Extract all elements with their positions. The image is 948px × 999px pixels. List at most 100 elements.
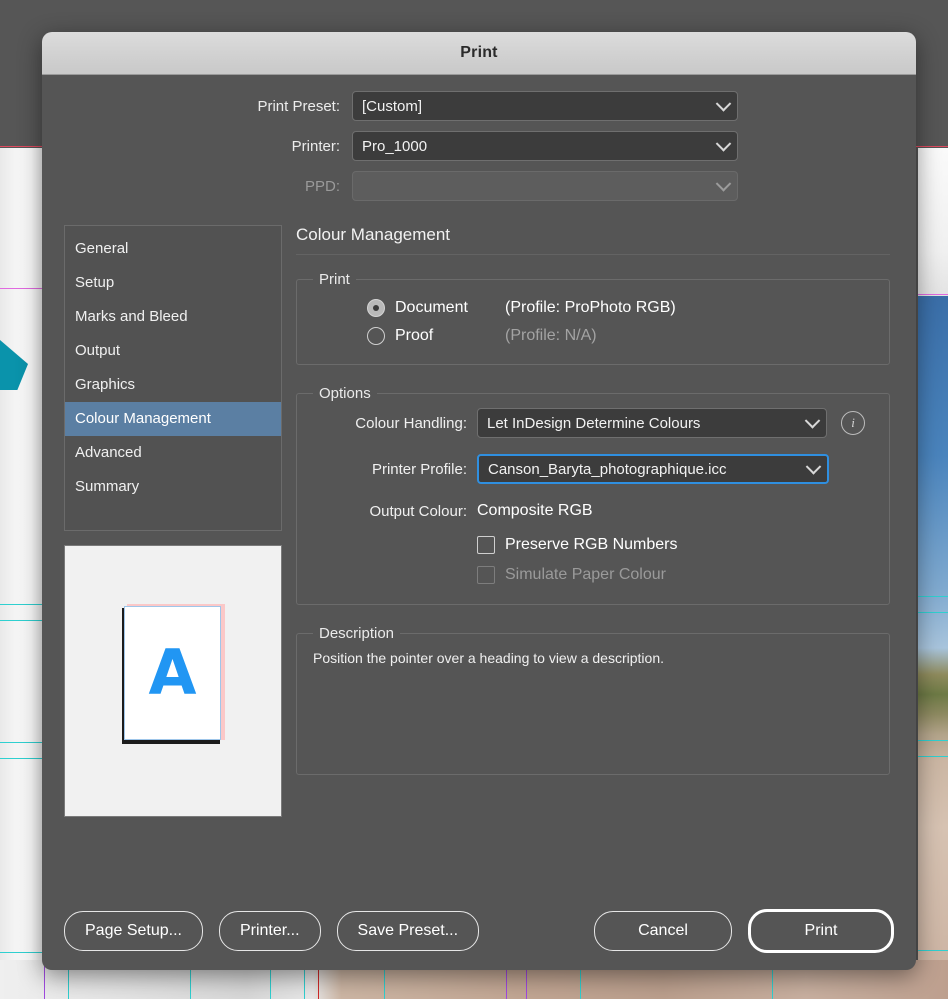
- printer-profile-select[interactable]: Canson_Baryta_photographique.icc: [477, 454, 829, 484]
- print-group: Print Document (Profile: ProPhoto RGB) P…: [296, 271, 890, 365]
- print-button[interactable]: Print: [748, 909, 894, 953]
- printer-profile-label: Printer Profile:: [371, 460, 467, 478]
- printer-row: Printer: Pro_1000: [72, 131, 886, 161]
- print-button-label: Print: [804, 922, 838, 939]
- cancel-button-label: Cancel: [638, 922, 688, 939]
- chevron-down-icon: [715, 136, 732, 152]
- ppd-select: [352, 171, 738, 201]
- checkbox-preserve-rgb-numbers[interactable]: [477, 536, 495, 554]
- guide-cyan-left-4: [0, 758, 42, 759]
- sidebar-item-colour-management[interactable]: Colour Management: [65, 402, 281, 436]
- print-dialog: Print Print Preset: [Custom] Printer: Pr…: [42, 32, 916, 970]
- sidebar-item-general[interactable]: General: [65, 232, 281, 266]
- document-photo-right-edge: [918, 296, 948, 960]
- guide-cyan-right-5: [918, 950, 948, 951]
- colour-handling-value: Let InDesign Determine Colours: [487, 414, 701, 432]
- printer-label: Printer:: [291, 137, 340, 155]
- sidebar-item-marks-and-bleed[interactable]: Marks and Bleed: [65, 300, 281, 334]
- checkbox-row-preserve-rgb-numbers[interactable]: Preserve RGB Numbers: [309, 530, 877, 560]
- guide-cyan-left-3: [0, 742, 42, 743]
- radio-row-document[interactable]: Document (Profile: ProPhoto RGB): [309, 294, 877, 322]
- info-icon[interactable]: i: [841, 411, 865, 435]
- printer-value: Pro_1000: [362, 137, 428, 155]
- cancel-button[interactable]: Cancel: [594, 911, 732, 951]
- guide-cyan-left-1: [0, 604, 42, 605]
- ppd-label: PPD:: [304, 177, 340, 195]
- radio-proof-profile: (Profile: N/A): [505, 327, 597, 344]
- print-preset-select[interactable]: [Custom]: [352, 91, 738, 121]
- dialog-body: Print Preset: [Custom] Printer: Pro_1000…: [42, 75, 916, 970]
- sidebar-item-label: Summary: [75, 478, 140, 495]
- page-preview: A: [64, 545, 282, 817]
- guide-cyan-right-4: [918, 756, 948, 757]
- sidebar-item-graphics[interactable]: Graphics: [65, 368, 281, 402]
- print-preset-row: Print Preset: [Custom]: [72, 91, 886, 121]
- right-column: Colour Management Print Document (Profil…: [282, 225, 890, 817]
- save-preset-button[interactable]: Save Preset...: [336, 911, 480, 951]
- print-preset-label: Print Preset:: [257, 97, 340, 115]
- radio-proof-label: Proof: [395, 327, 434, 344]
- printer-button-label: Printer...: [239, 922, 300, 939]
- dialog-titlebar[interactable]: Print: [42, 32, 916, 75]
- dialog-main: General Setup Marks and Bleed Output Gra: [42, 211, 916, 817]
- chevron-down-icon: [805, 459, 822, 475]
- output-colour-row: Output Colour: Composite RGB: [309, 502, 877, 520]
- preview-orientation-glyph: A: [148, 636, 197, 709]
- colour-handling-row: Colour Handling: Let InDesign Determine …: [309, 408, 877, 438]
- document-page-left-edge: [0, 148, 42, 999]
- checkbox-simulate-paper-colour-label: Simulate Paper Colour: [505, 566, 666, 583]
- output-colour-value: Composite RGB: [477, 502, 593, 519]
- sidebar-item-setup[interactable]: Setup: [65, 266, 281, 300]
- sidebar-item-label: Colour Management: [75, 410, 211, 427]
- left-column: General Setup Marks and Bleed Output Gra: [64, 225, 282, 817]
- save-preset-button-label: Save Preset...: [357, 922, 459, 939]
- colour-handling-select[interactable]: Let InDesign Determine Colours: [477, 408, 827, 438]
- sidebar-item-label: Marks and Bleed: [75, 308, 188, 325]
- guide-magenta-right: [918, 294, 948, 295]
- sidebar-item-output[interactable]: Output: [65, 334, 281, 368]
- description-group-legend: Description: [319, 625, 395, 642]
- radio-proof[interactable]: [367, 327, 385, 345]
- sidebar-item-advanced[interactable]: Advanced: [65, 436, 281, 470]
- guide-cyan-left-5: [0, 952, 42, 953]
- guide-cyan-right-1: [918, 596, 948, 597]
- radio-document-label: Document: [395, 299, 468, 316]
- radio-row-proof[interactable]: Proof (Profile: N/A): [309, 322, 877, 350]
- guide-magenta-left: [0, 288, 42, 289]
- print-group-legend: Print: [319, 271, 350, 288]
- guide-cyan-right-3: [918, 740, 948, 741]
- checkbox-simulate-paper-colour: [477, 566, 495, 584]
- guide-cyan-left-2: [0, 620, 42, 621]
- radio-document-profile: (Profile: ProPhoto RGB): [505, 299, 676, 316]
- info-icon-glyph: i: [851, 415, 855, 430]
- document-page-right-top: [918, 148, 948, 296]
- sidebar-item-label: Output: [75, 342, 121, 359]
- guide-cyan-right-2: [918, 612, 948, 613]
- output-colour-label: Output Colour:: [369, 502, 467, 520]
- options-group: Options Colour Handling: Let InDesign De…: [296, 385, 890, 605]
- sidebar-item-label: Graphics: [75, 376, 136, 393]
- ppd-row: PPD:: [72, 171, 886, 201]
- print-preset-value: [Custom]: [362, 97, 423, 115]
- sidebar-item-label: Advanced: [75, 444, 142, 461]
- printer-select[interactable]: Pro_1000: [352, 131, 738, 161]
- top-fields: Print Preset: [Custom] Printer: Pro_1000…: [42, 75, 916, 201]
- checkbox-row-simulate-paper-colour: Simulate Paper Colour: [309, 560, 877, 590]
- sidebar-item-summary[interactable]: Summary: [65, 470, 281, 504]
- page-setup-button[interactable]: Page Setup...: [64, 911, 203, 951]
- settings-nav-list: General Setup Marks and Bleed Output Gra: [64, 225, 282, 531]
- options-group-legend: Options: [319, 385, 371, 402]
- printer-button[interactable]: Printer...: [218, 911, 321, 951]
- chevron-down-icon: [804, 413, 821, 429]
- sidebar-item-label: General: [75, 240, 129, 257]
- sidebar-item-label: Setup: [75, 274, 115, 291]
- checkbox-preserve-rgb-numbers-label: Preserve RGB Numbers: [505, 536, 678, 553]
- colour-handling-label: Colour Handling:: [355, 414, 467, 432]
- radio-document[interactable]: [367, 299, 385, 317]
- printer-profile-row: Printer Profile: Canson_Baryta_photograp…: [309, 454, 877, 484]
- dialog-title: Print: [460, 44, 498, 61]
- dialog-footer: Page Setup... Printer... Save Preset... …: [42, 892, 916, 970]
- chevron-down-icon: [715, 176, 732, 192]
- preview-page: A: [124, 606, 221, 740]
- description-group: Description Position the pointer over a …: [296, 625, 890, 775]
